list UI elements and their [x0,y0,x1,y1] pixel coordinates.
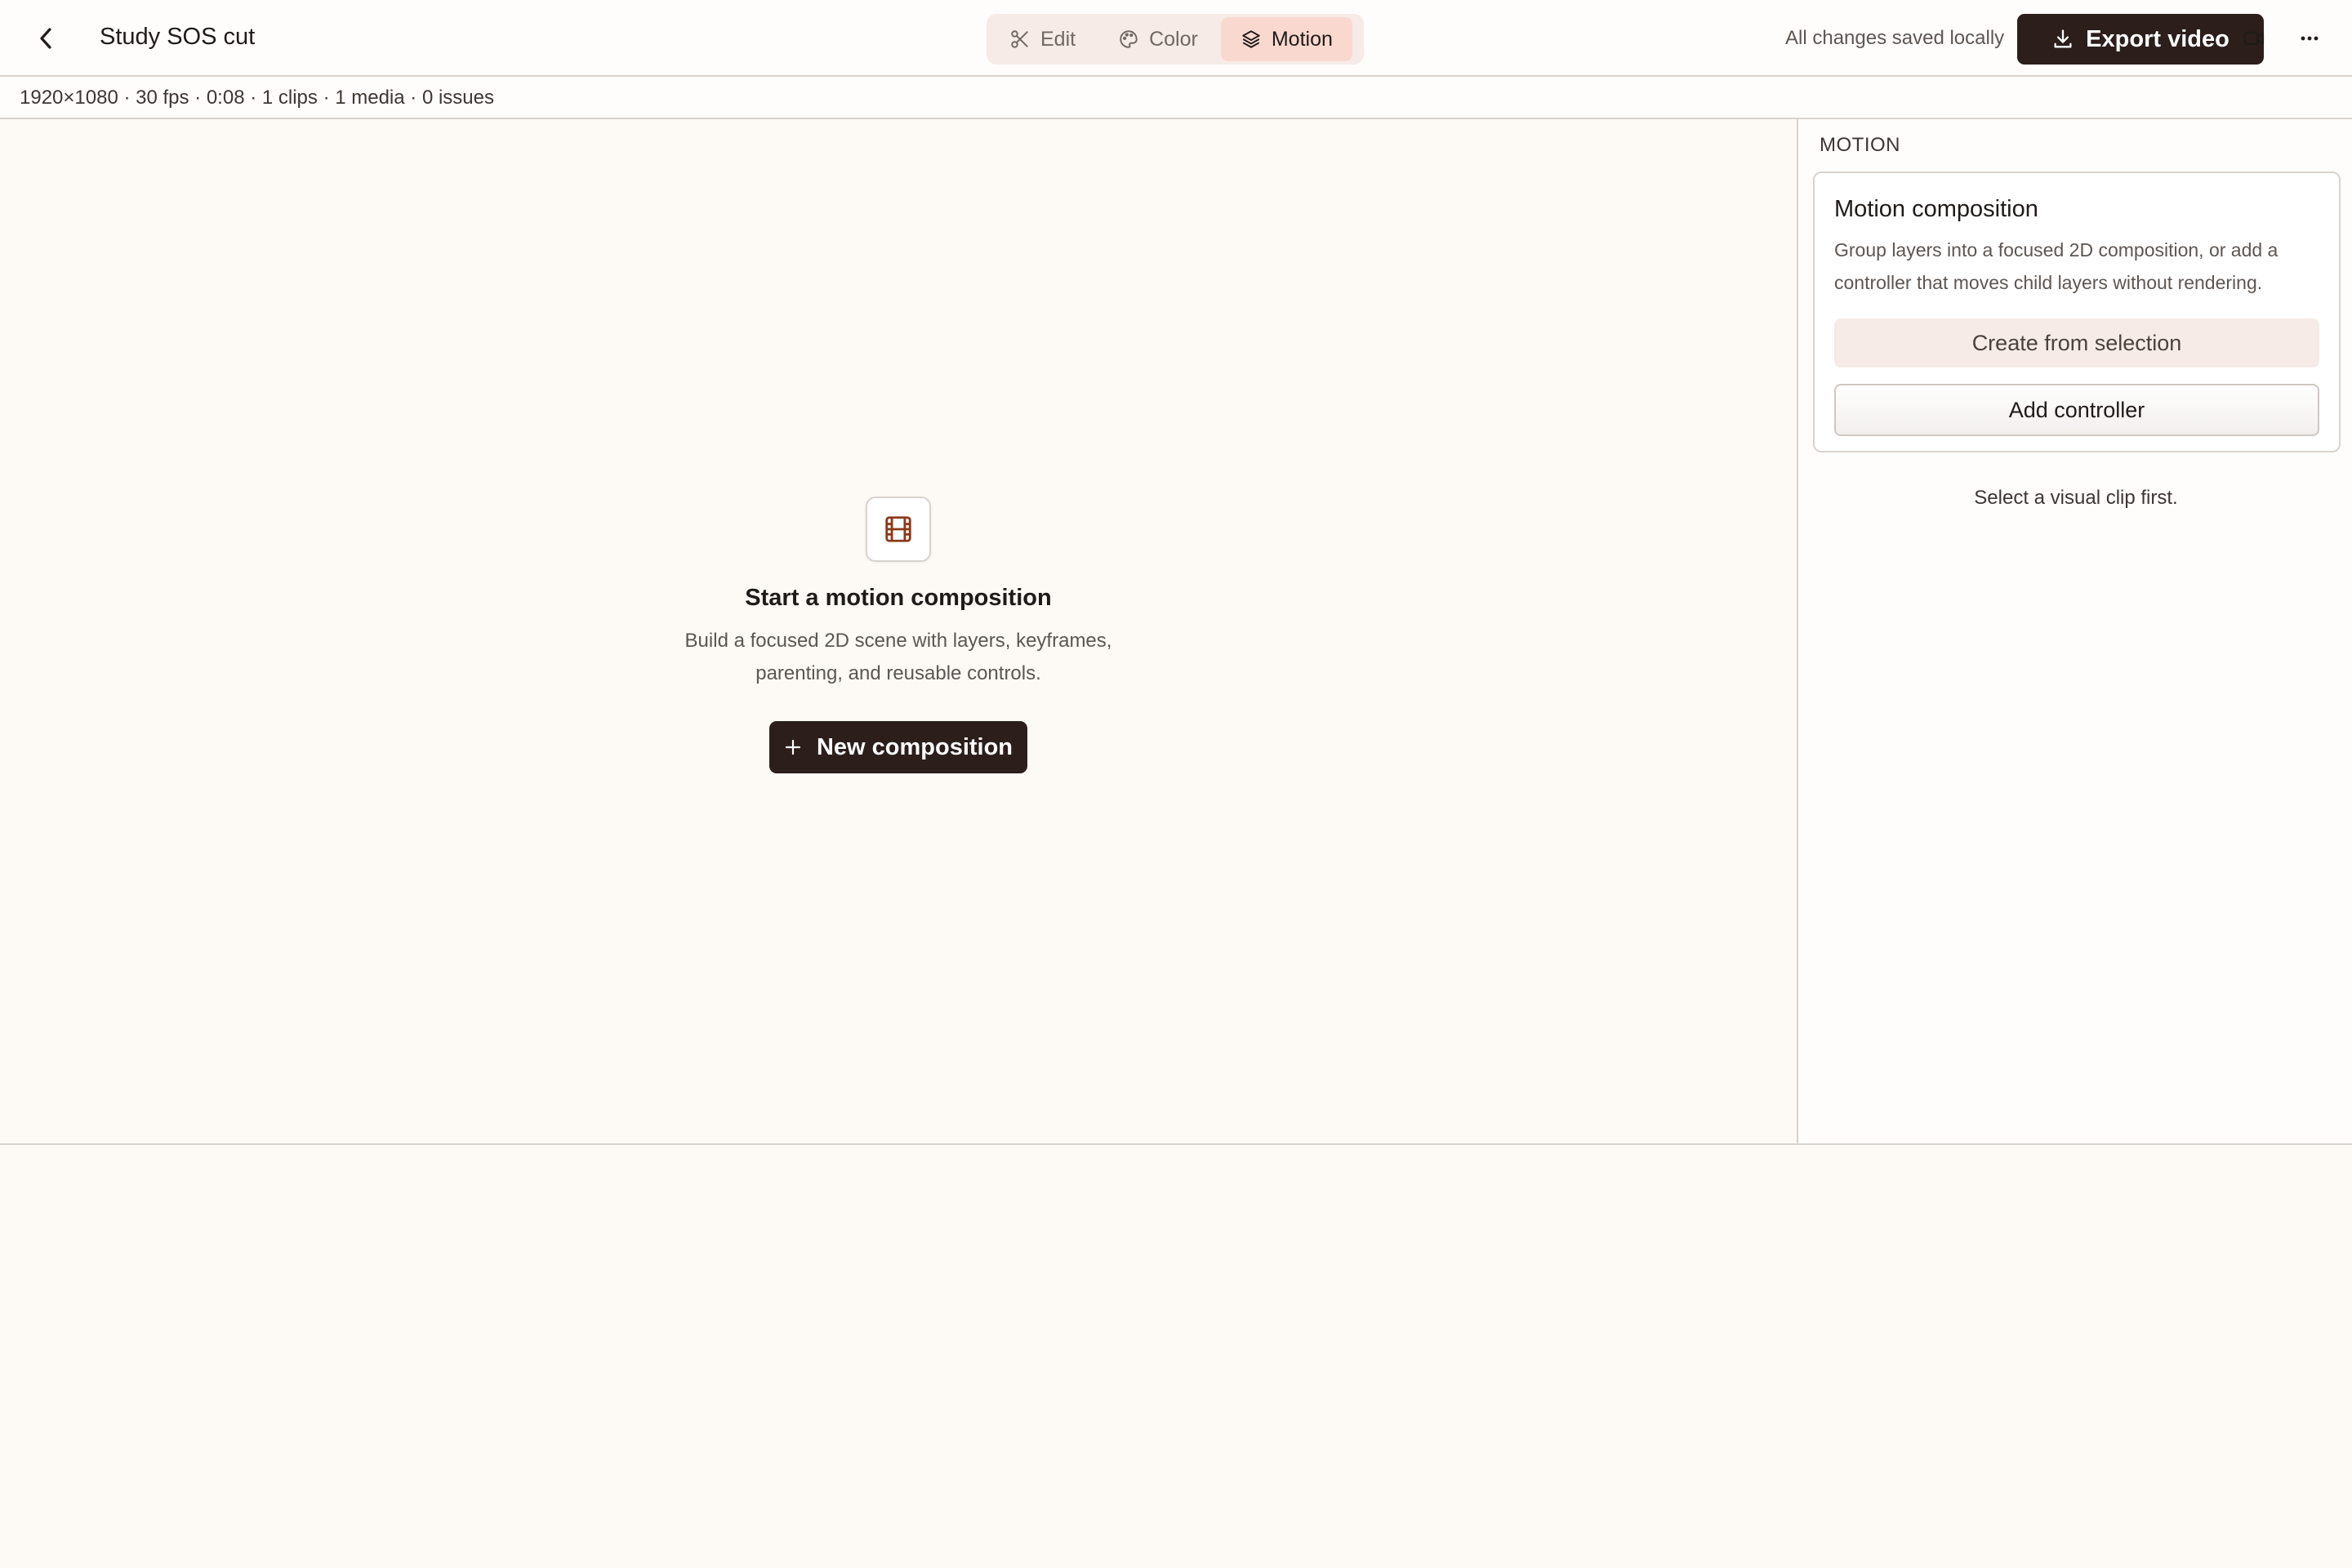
plus-icon [785,739,801,755]
tab-motion-label: Motion [1271,27,1333,51]
video-camera-icon [2243,31,2265,46]
tab-color-label: Color [1149,27,1198,51]
palette-icon [1120,30,1138,48]
record-camera-button[interactable] [2238,22,2270,55]
back-button[interactable] [29,22,62,55]
project-title: Study SOS cut [100,24,256,50]
film-icon [885,516,911,542]
tab-edit[interactable]: Edit [990,17,1095,61]
chevron-left-icon [40,28,51,49]
layers-icon [1242,30,1260,48]
export-video-button[interactable]: Export video [2017,14,2264,65]
timeline-area[interactable] [0,1143,2352,1568]
empty-state-description: Build a focused 2D scene with layers, ke… [684,630,1112,684]
save-status: All changes saved locally [1785,27,2005,49]
empty-state: Start a motion composition Build a focus… [0,497,1797,773]
top-bar: Study SOS cut Edit Color Motion All chan… [0,0,2352,77]
tab-motion[interactable]: Motion [1220,17,1352,61]
empty-state-icon-box [866,497,931,562]
empty-state-title: Start a motion composition [745,585,1052,611]
export-video-label: Export video [2086,25,2230,52]
more-horizontal-icon [2301,36,2319,41]
new-composition-label: New composition [816,733,1013,760]
new-composition-button[interactable]: New composition [769,721,1027,773]
tab-color[interactable]: Color [1098,17,1218,61]
composition-canvas: Start a motion composition Build a focus… [0,119,1797,1143]
scissors-icon [1011,30,1028,48]
tab-edit-label: Edit [1040,27,1076,51]
panel-heading: MOTION [1820,134,1900,156]
motion-editor-app: Study SOS cut Edit Color Motion All chan… [0,0,2352,1568]
download-icon [2054,29,2072,48]
project-info-bar: 1920×1080 · 30 fps · 0:08 · 1 clips · 1 … [0,77,2352,119]
card-title: Motion composition [1834,196,2038,222]
create-from-selection-button[interactable]: Create from selection [1834,318,2319,368]
motion-panel: MOTION Motion composition Group layers i… [1797,119,2352,1143]
add-controller-button[interactable]: Add controller [1834,384,2319,436]
motion-composition-card: Motion composition Group layers into a f… [1813,172,2341,452]
panel-hint: Select a visual clip first. [1974,487,2178,509]
more-options-button[interactable] [2293,22,2326,55]
mode-switcher: Edit Color Motion [987,14,1364,65]
project-meta: 1920×1080 · 30 fps · 0:08 · 1 clips · 1 … [20,87,494,109]
card-description: Group layers into a focused 2D compositi… [1834,239,2278,293]
